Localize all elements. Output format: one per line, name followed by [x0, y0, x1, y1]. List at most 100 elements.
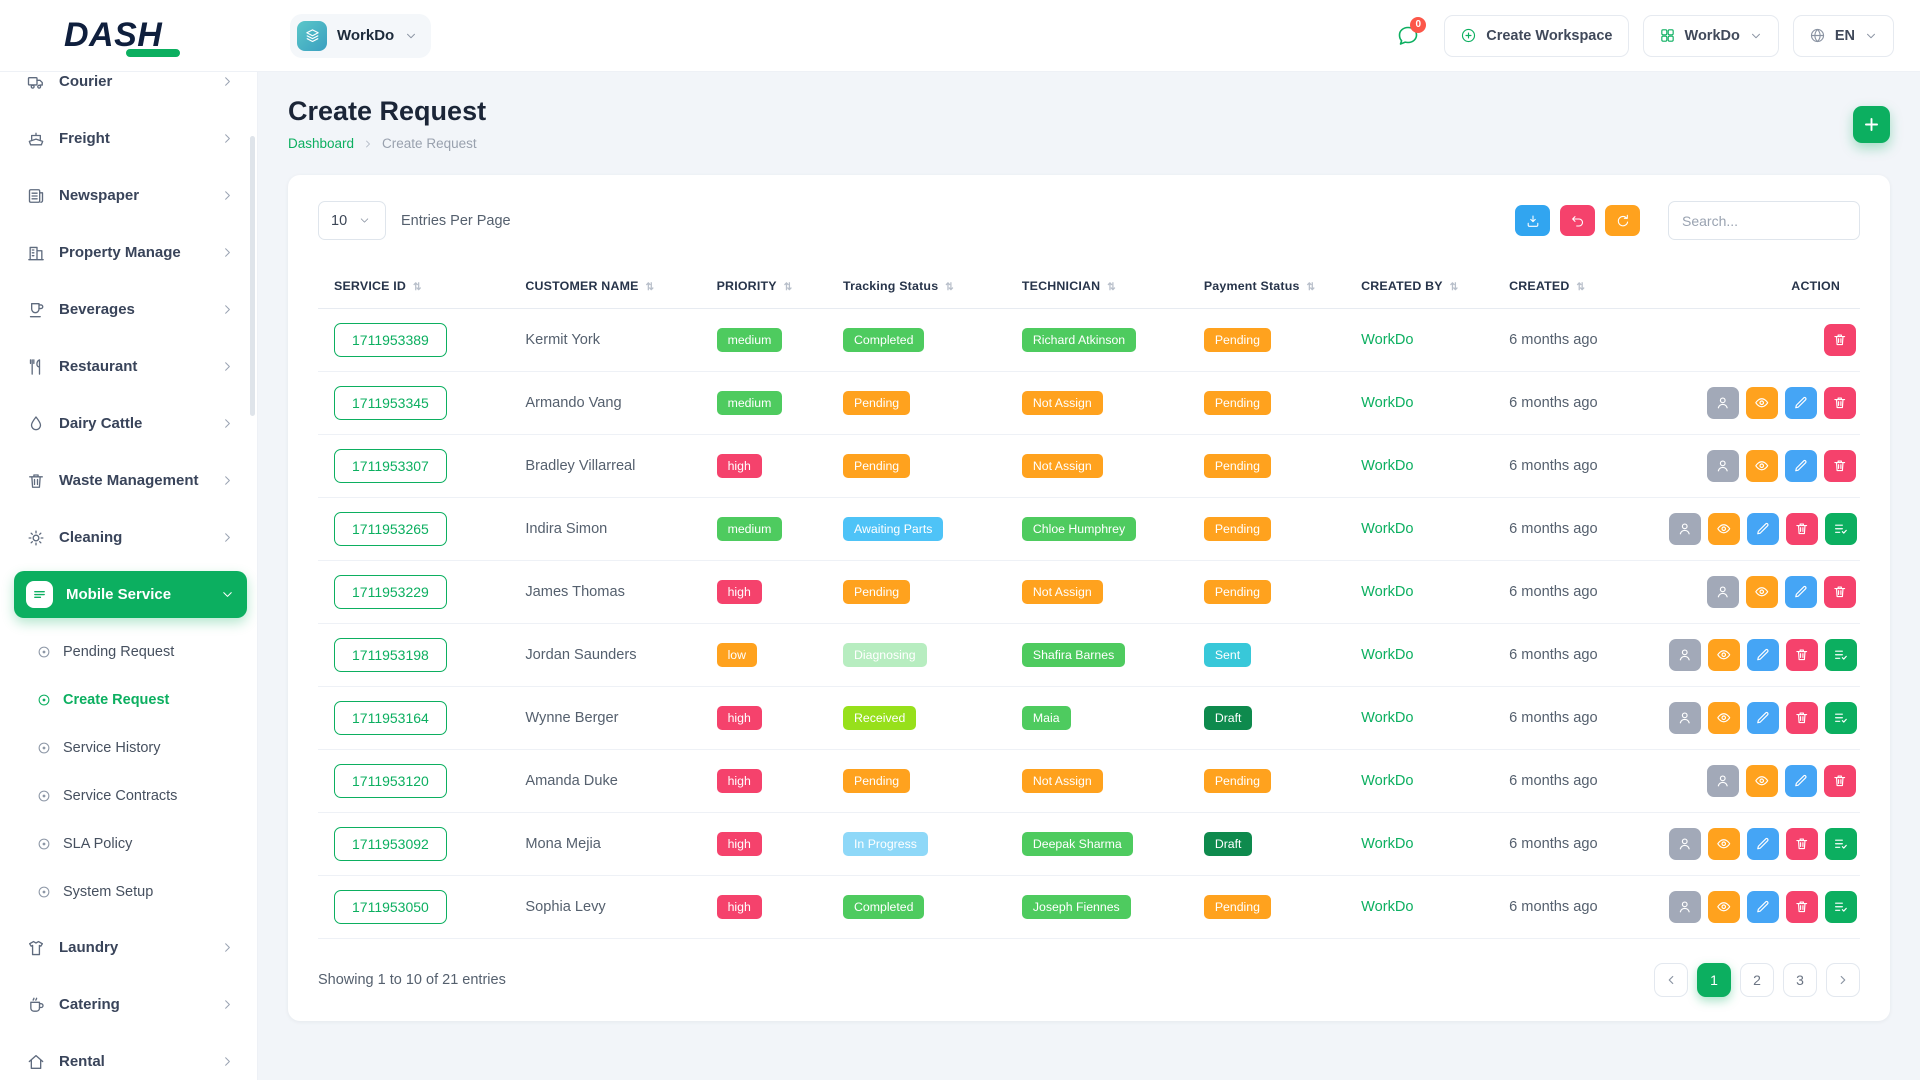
assign-technician-button[interactable] — [1707, 765, 1739, 797]
pagination-page-2[interactable]: 2 — [1740, 963, 1774, 997]
sort-icon[interactable]: ⇅ — [413, 282, 422, 293]
column-header-payment-status[interactable]: Payment Status⇅ — [1194, 264, 1351, 309]
service-id-button[interactable]: 1711953050 — [334, 890, 447, 924]
created-by-link[interactable]: WorkDo — [1361, 710, 1413, 726]
refresh-button[interactable] — [1605, 205, 1640, 236]
created-by-link[interactable]: WorkDo — [1361, 521, 1413, 537]
assign-technician-button[interactable] — [1669, 639, 1701, 671]
service-id-button[interactable]: 1711953307 — [334, 449, 447, 483]
edit-button[interactable] — [1785, 576, 1817, 608]
sidebar-item-dairy-cattle[interactable]: Dairy Cattle — [14, 400, 247, 447]
add-request-button[interactable] — [1853, 106, 1890, 143]
service-id-button[interactable]: 1711953389 — [334, 323, 447, 357]
edit-button[interactable] — [1785, 387, 1817, 419]
service-id-button[interactable]: 1711953120 — [334, 764, 447, 798]
sidebar-subitem-service-contracts[interactable]: Service Contracts — [26, 772, 247, 820]
sidebar-item-freight[interactable]: Freight — [14, 115, 247, 162]
created-by-link[interactable]: WorkDo — [1361, 647, 1413, 663]
edit-button[interactable] — [1785, 450, 1817, 482]
created-by-link[interactable]: WorkDo — [1361, 332, 1413, 348]
edit-button[interactable] — [1747, 513, 1779, 545]
sidebar-subitem-system-setup[interactable]: System Setup — [26, 868, 247, 916]
created-by-link[interactable]: WorkDo — [1361, 899, 1413, 915]
sidebar-item-waste-management[interactable]: Waste Management — [14, 457, 247, 504]
column-header-created[interactable]: CREATED⇅ — [1499, 264, 1652, 309]
column-header-priority[interactable]: PRIORITY⇅ — [707, 264, 833, 309]
sidebar-scrollbar[interactable] — [250, 136, 255, 416]
sidebar-item-mobile-service[interactable]: Mobile Service — [14, 571, 247, 618]
sort-icon[interactable]: ⇅ — [784, 282, 793, 293]
created-by-link[interactable]: WorkDo — [1361, 458, 1413, 474]
pagination-page-3[interactable]: 3 — [1783, 963, 1817, 997]
sidebar-item-beverages[interactable]: Beverages — [14, 286, 247, 333]
delete-button[interactable] — [1824, 765, 1856, 797]
workdo-menu-button[interactable]: WorkDo — [1643, 15, 1779, 57]
app-logo[interactable]: DASH — [0, 16, 258, 55]
edit-button[interactable] — [1747, 702, 1779, 734]
sidebar-item-laundry[interactable]: Laundry — [14, 924, 247, 971]
sidebar-item-restaurant[interactable]: Restaurant — [14, 343, 247, 390]
search-input[interactable] — [1668, 201, 1860, 240]
parts-list-button[interactable] — [1825, 891, 1857, 923]
created-by-link[interactable]: WorkDo — [1361, 584, 1413, 600]
service-id-button[interactable]: 1711953345 — [334, 386, 447, 420]
view-button[interactable] — [1746, 450, 1778, 482]
sidebar-item-property-manage[interactable]: Property Manage — [14, 229, 247, 276]
pagination-next-button[interactable] — [1826, 963, 1860, 997]
breadcrumb-dashboard-link[interactable]: Dashboard — [288, 136, 354, 151]
sidebar-subitem-create-request[interactable]: Create Request — [26, 676, 247, 724]
view-button[interactable] — [1746, 576, 1778, 608]
sidebar-subitem-pending-request[interactable]: Pending Request — [26, 628, 247, 676]
column-header-technician[interactable]: TECHNICIAN⇅ — [1012, 264, 1194, 309]
assign-technician-button[interactable] — [1707, 576, 1739, 608]
parts-list-button[interactable] — [1825, 639, 1857, 671]
sort-icon[interactable]: ⇅ — [646, 282, 655, 293]
edit-button[interactable] — [1747, 891, 1779, 923]
assign-technician-button[interactable] — [1707, 450, 1739, 482]
created-by-link[interactable]: WorkDo — [1361, 836, 1413, 852]
delete-button[interactable] — [1824, 324, 1856, 356]
assign-technician-button[interactable] — [1669, 891, 1701, 923]
column-header-service-id[interactable]: SERVICE ID⇅ — [318, 264, 515, 309]
sort-icon[interactable]: ⇅ — [1107, 282, 1116, 293]
service-id-button[interactable]: 1711953164 — [334, 701, 447, 735]
delete-button[interactable] — [1824, 450, 1856, 482]
delete-button[interactable] — [1786, 828, 1818, 860]
view-button[interactable] — [1746, 765, 1778, 797]
created-by-link[interactable]: WorkDo — [1361, 395, 1413, 411]
sidebar-subitem-service-history[interactable]: Service History — [26, 724, 247, 772]
delete-button[interactable] — [1786, 891, 1818, 923]
workspace-switcher[interactable]: WorkDo — [290, 14, 431, 58]
delete-button[interactable] — [1786, 513, 1818, 545]
column-header-created-by[interactable]: CREATED BY⇅ — [1351, 264, 1499, 309]
messages-button[interactable]: 0 — [1386, 14, 1430, 58]
assign-technician-button[interactable] — [1669, 513, 1701, 545]
delete-button[interactable] — [1786, 702, 1818, 734]
service-id-button[interactable]: 1711953229 — [334, 575, 447, 609]
view-button[interactable] — [1708, 639, 1740, 671]
sidebar-subitem-sla-policy[interactable]: SLA Policy — [26, 820, 247, 868]
column-header-tracking-status[interactable]: Tracking Status⇅ — [833, 264, 1012, 309]
sidebar-item-newspaper[interactable]: Newspaper — [14, 172, 247, 219]
assign-technician-button[interactable] — [1707, 387, 1739, 419]
view-button[interactable] — [1708, 702, 1740, 734]
assign-technician-button[interactable] — [1669, 828, 1701, 860]
edit-button[interactable] — [1747, 639, 1779, 671]
entries-per-page-select[interactable]: 10 — [318, 201, 386, 240]
sidebar-item-catering[interactable]: Catering — [14, 981, 247, 1028]
reset-button[interactable] — [1560, 205, 1595, 236]
sort-icon[interactable]: ⇅ — [1450, 282, 1459, 293]
sort-icon[interactable]: ⇅ — [1577, 282, 1586, 293]
pagination-page-1[interactable]: 1 — [1697, 963, 1731, 997]
column-header-customer-name[interactable]: CUSTOMER NAME⇅ — [515, 264, 706, 309]
created-by-link[interactable]: WorkDo — [1361, 773, 1413, 789]
delete-button[interactable] — [1824, 576, 1856, 608]
service-id-button[interactable]: 1711953198 — [334, 638, 447, 672]
view-button[interactable] — [1746, 387, 1778, 419]
parts-list-button[interactable] — [1825, 828, 1857, 860]
delete-button[interactable] — [1824, 387, 1856, 419]
sidebar-item-cleaning[interactable]: Cleaning — [14, 514, 247, 561]
create-workspace-button[interactable]: Create Workspace — [1444, 15, 1628, 57]
export-button[interactable] — [1515, 205, 1550, 236]
language-selector[interactable]: EN — [1793, 15, 1894, 57]
